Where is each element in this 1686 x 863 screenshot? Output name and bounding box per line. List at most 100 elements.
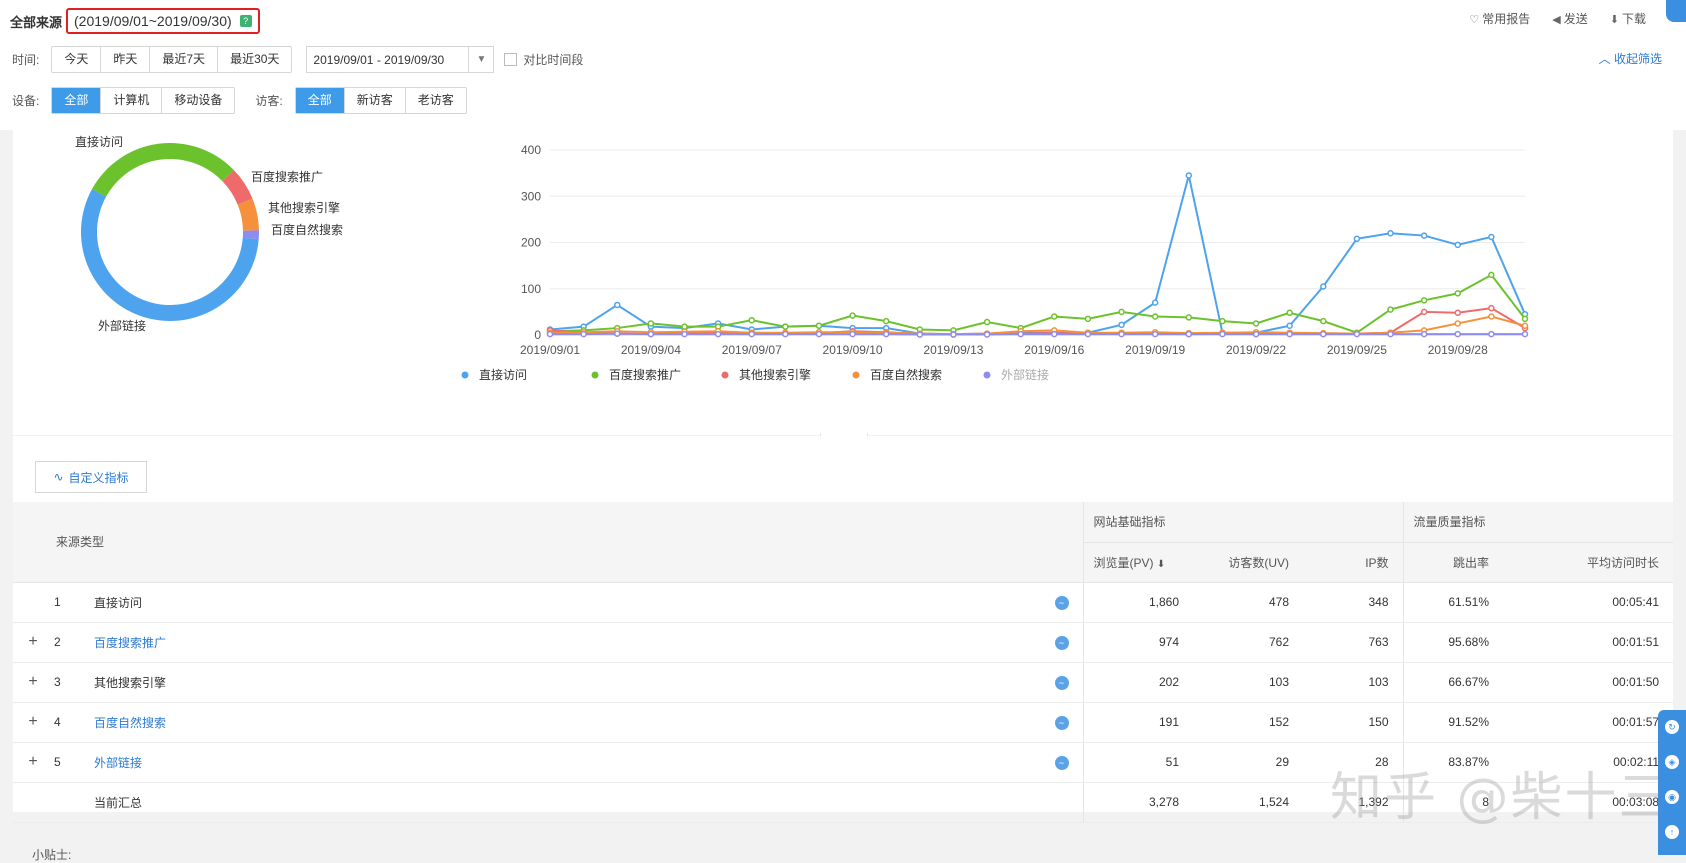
row-bounce: 95.68% [1402, 622, 1504, 663]
series-point [1051, 330, 1058, 338]
table-row: 1 直接访问 ~1,860 478 348 61.51% 00:05:41 [13, 582, 1674, 623]
device-option-all[interactable]: 全部 [52, 88, 102, 113]
series-point [1488, 304, 1495, 312]
row-index: 1 [53, 582, 93, 623]
col-ip[interactable]: IP数 [1303, 542, 1404, 583]
row-pv: 191 [1082, 702, 1194, 743]
row-bounce: 91.52% [1402, 702, 1504, 743]
corner-tab[interactable] [1666, 0, 1686, 22]
row-source-name: 直接访问 [93, 582, 983, 623]
legend-label: 百度搜索推广 [609, 367, 681, 382]
time-option-30days[interactable]: 最近30天 [218, 47, 291, 72]
device-segment: 全部 计算机 移动设备 [51, 87, 236, 114]
visitor-option-all[interactable]: 全部 [295, 88, 345, 113]
pie-label: 百度自然搜索 [271, 222, 343, 237]
series-point [1420, 232, 1428, 239]
visitor-option-old[interactable]: 老访客 [406, 88, 466, 113]
row-source-name[interactable]: 外部链接 [93, 742, 983, 783]
series-point [1219, 330, 1226, 338]
custom-metrics-button[interactable]: ∿ 自定义指标 [35, 461, 147, 493]
series-line [549, 315, 1526, 336]
collapse-filter-link[interactable]: ︿ 收起筛选 [1599, 50, 1662, 67]
send-button[interactable]: ◀ 发送 [1552, 10, 1587, 27]
group-basic-metrics: 网站基础指标 [1082, 502, 1404, 543]
col-uv[interactable]: 访客数(UV) [1193, 542, 1304, 583]
chevron-down-icon: ▼ [468, 47, 493, 72]
compass-icon[interactable]: ◈ [1665, 755, 1679, 769]
compare-checkbox[interactable] [504, 53, 518, 66]
expand-icon[interactable]: + [13, 662, 53, 703]
trend-icon: ~ [1054, 675, 1069, 690]
series-point [983, 331, 991, 338]
table-row: +2 百度搜索推广 ~974 762 763 95.68% 00:01:51 [13, 622, 1674, 663]
group-quality-metrics: 流量质量指标 [1402, 502, 1674, 543]
series-point [580, 330, 587, 338]
x-tick-label: 2019/09/04 [621, 343, 681, 357]
expand-icon[interactable]: + [13, 702, 53, 743]
legend-label: 直接访问 [479, 367, 527, 382]
row-bounce: 61.51% [1402, 582, 1504, 623]
row-uv: 29 [1193, 742, 1304, 783]
series-point [1488, 233, 1495, 241]
pie-label: 百度搜索推广 [251, 169, 323, 184]
row-source-name[interactable]: 百度自然搜索 [93, 702, 983, 743]
col-pv[interactable]: 浏览量(PV) ⬇ [1082, 542, 1194, 583]
col-duration[interactable]: 平均访问时长 [1503, 542, 1674, 583]
heart-icon: ♡ [1469, 14, 1480, 26]
device-option-computer[interactable]: 计算机 [101, 88, 163, 113]
series-point [916, 331, 924, 338]
expand-icon[interactable]: + [13, 622, 53, 663]
time-option-7days[interactable]: 最近7天 [150, 47, 219, 72]
series-point [1118, 321, 1125, 329]
pie-slice [80, 189, 259, 322]
total-label: 当前汇总 [93, 782, 983, 823]
trend-button[interactable]: ~ [983, 622, 1084, 663]
trend-button[interactable]: ~ [983, 702, 1084, 743]
chat-icon[interactable]: ◉ [1665, 790, 1679, 804]
filter-bar: 全部来源 (2019/09/01~2019/09/30) ? ♡ 常用报告 ◀ 发送… [0, 0, 1686, 130]
help-icon[interactable]: ? [239, 15, 252, 27]
trend-button[interactable]: ~ [983, 662, 1084, 703]
series-point [1454, 330, 1462, 338]
col-bounce[interactable]: 跳出率 [1402, 542, 1504, 583]
date-range-select[interactable]: 2019/09/01 - 2019/09/30 ▼ [306, 46, 495, 73]
download-button[interactable]: ⬇ 下载 [1610, 10, 1646, 27]
trend-button[interactable]: ~ [983, 742, 1084, 783]
row-uv: 478 [1193, 582, 1304, 623]
series-line [550, 332, 1525, 336]
favorite-report-button[interactable]: ♡ 常用报告 [1469, 10, 1530, 27]
row-pv: 1,860 [1082, 582, 1194, 623]
top-icon[interactable]: ↑ [1665, 825, 1679, 839]
series-point [1151, 299, 1159, 306]
time-option-today[interactable]: 今天 [52, 47, 102, 72]
x-tick-label: 2019/09/01 [520, 343, 580, 357]
device-option-mobile[interactable]: 移动设备 [162, 88, 234, 113]
row-source-name[interactable]: 百度搜索推广 [93, 622, 983, 663]
series-point [1488, 313, 1495, 320]
legend-marker [721, 371, 729, 379]
series-point [1286, 322, 1293, 329]
trend-button[interactable]: ~ [983, 582, 1084, 623]
x-tick-label: 2019/09/10 [823, 343, 883, 357]
series-point [882, 330, 890, 338]
date-range-text: (2019/09/01~2019/09/30) [74, 13, 232, 29]
pie-slice [92, 143, 234, 197]
download-icon: ⬇ [1609, 14, 1619, 26]
total-uv: 1,524 [1193, 782, 1304, 823]
visitor-option-new[interactable]: 新访客 [345, 88, 406, 113]
x-tick-label: 2019/09/25 [1327, 343, 1387, 357]
time-segment: 今天 昨天 最近7天 最近30天 [51, 46, 293, 73]
series-point [1353, 330, 1361, 338]
time-option-yesterday[interactable]: 昨天 [101, 47, 151, 72]
series-point [1252, 320, 1260, 327]
series-point [1320, 317, 1327, 325]
series-point [1118, 308, 1125, 316]
series-point [1017, 330, 1024, 338]
time-label: 时间: [12, 53, 40, 67]
expand-icon[interactable]: + [13, 742, 53, 783]
series-point [1185, 330, 1193, 338]
refresh-icon[interactable]: ↻ [1665, 720, 1679, 734]
series-point [1521, 330, 1529, 338]
series-point [1521, 322, 1529, 329]
series-point [782, 330, 789, 338]
